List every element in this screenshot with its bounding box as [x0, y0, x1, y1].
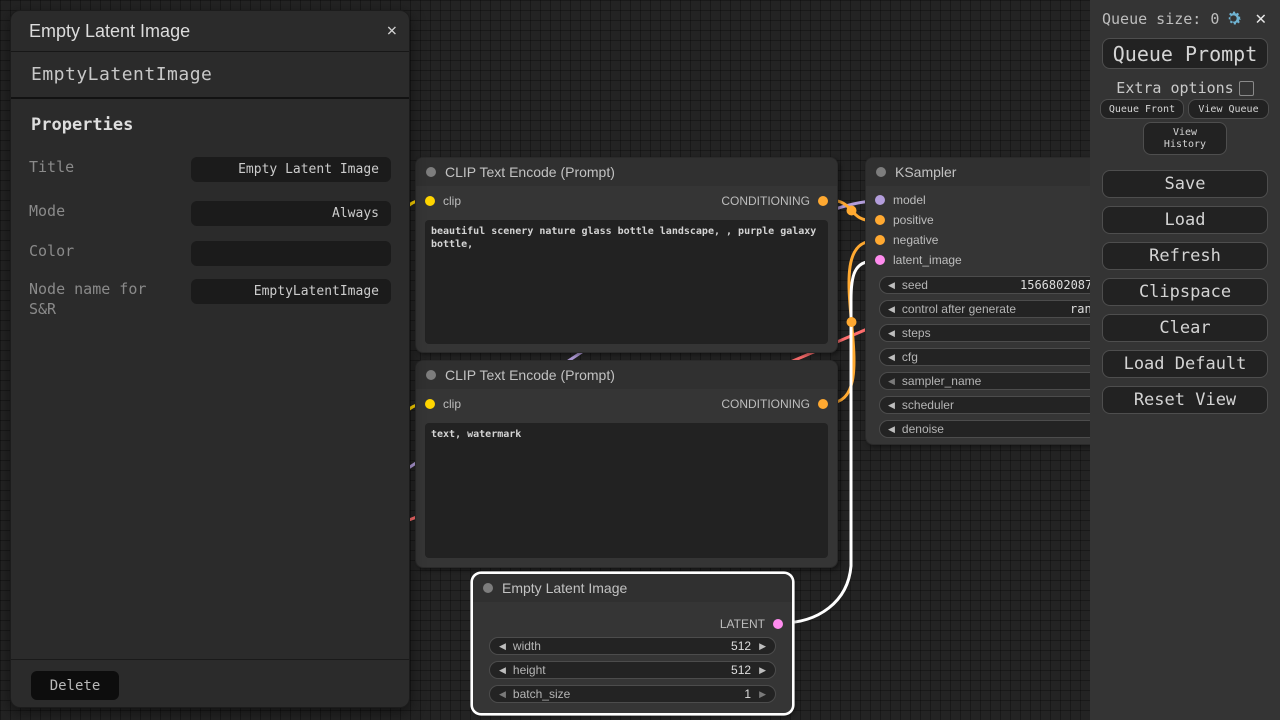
delete-node-button[interactable]: Delete	[31, 671, 119, 700]
positive-input-label: positive	[893, 213, 934, 227]
decrement-icon[interactable]: ◀	[499, 666, 506, 675]
settings-gear-icon[interactable]	[1224, 9, 1243, 28]
node-header[interactable]: CLIP Text Encode (Prompt)	[416, 361, 837, 389]
close-icon[interactable]: ✕	[387, 23, 397, 40]
seed-widget[interactable]: ◀ seed 1566802087	[879, 276, 1090, 294]
clip-input-slot[interactable]	[425, 196, 435, 206]
clip-input-label: clip	[443, 397, 461, 411]
panel-title: Empty Latent Image	[29, 21, 190, 42]
link-midpoint-dot[interactable]	[847, 317, 857, 327]
model-input-slot[interactable]	[875, 195, 885, 205]
node-collapse-dot[interactable]	[876, 167, 886, 177]
node-header[interactable]: KSampler	[866, 158, 1090, 186]
mode-field-label: Mode	[29, 201, 179, 221]
latent-output-slot[interactable]	[773, 619, 783, 629]
control-after-generate-value: randomize	[1070, 302, 1090, 317]
decrement-icon[interactable]: ◀	[888, 305, 895, 314]
title-field[interactable]: Empty Latent Image	[191, 157, 391, 182]
link-midpoint-dot[interactable]	[847, 206, 857, 216]
panel-divider	[11, 659, 409, 660]
height-value: 512	[731, 663, 751, 677]
node-collapse-dot[interactable]	[426, 370, 436, 380]
decrement-icon[interactable]: ◀	[888, 281, 895, 290]
node-collapse-dot[interactable]	[483, 583, 493, 593]
extra-options-label: Extra options	[1116, 79, 1233, 97]
latent-output-label: LATENT	[720, 617, 765, 631]
color-field-label: Color	[29, 241, 179, 261]
increment-icon[interactable]: ▶	[759, 666, 766, 675]
model-input-label: model	[893, 193, 926, 207]
cfg-widget[interactable]: ◀ cfg	[879, 348, 1090, 366]
node-title: CLIP Text Encode (Prompt)	[445, 367, 615, 383]
comfyui-app: CLIP Text Encode (Prompt) clip CONDITION…	[0, 0, 1280, 720]
refresh-button[interactable]: Refresh	[1102, 242, 1268, 270]
comfy-menu: Queue size: 0 ✕ Queue Prompt Extra optio…	[1090, 0, 1280, 720]
width-widget[interactable]: ◀ width 512 ▶	[489, 637, 776, 655]
clear-button[interactable]: Clear	[1102, 314, 1268, 342]
control-after-generate-widget[interactable]: ◀ control after generate randomize	[879, 300, 1090, 318]
node-title: Empty Latent Image	[502, 580, 627, 596]
color-field[interactable]	[191, 241, 391, 266]
decrement-icon[interactable]: ◀	[499, 690, 506, 699]
close-menu-icon[interactable]: ✕	[1255, 10, 1266, 28]
conditioning-output-slot[interactable]	[818, 399, 828, 409]
extra-options-checkbox[interactable]	[1239, 81, 1254, 96]
conditioning-output-label: CONDITIONING	[721, 194, 810, 208]
node-collapse-dot[interactable]	[426, 167, 436, 177]
node-header[interactable]: Empty Latent Image	[473, 574, 792, 602]
decrement-icon[interactable]: ◀	[888, 329, 895, 338]
node-properties-panel: Empty Latent Image ✕ EmptyLatentImage Pr…	[10, 10, 410, 708]
latent-image-input-slot[interactable]	[875, 255, 885, 265]
width-value: 512	[731, 639, 751, 653]
decrement-icon[interactable]: ◀	[499, 642, 506, 651]
increment-icon[interactable]: ▶	[759, 690, 766, 699]
negative-prompt-textarea[interactable]: text, watermark	[425, 423, 828, 558]
decrement-icon[interactable]: ◀	[888, 401, 895, 410]
batch-size-value: 1	[744, 687, 751, 701]
properties-section-title: Properties	[31, 115, 409, 135]
node-title: KSampler	[895, 164, 956, 180]
node-ksampler[interactable]: KSampler model positive negative latent_…	[865, 157, 1090, 445]
node-clip-text-encode-negative[interactable]: CLIP Text Encode (Prompt) clip CONDITION…	[415, 360, 838, 568]
scheduler-widget[interactable]: ◀ scheduler	[879, 396, 1090, 414]
sampler-name-widget[interactable]: ◀ sampler_name	[879, 372, 1090, 390]
denoise-widget[interactable]: ◀ denoise	[879, 420, 1090, 438]
negative-input-slot[interactable]	[875, 235, 885, 245]
save-button[interactable]: Save	[1102, 170, 1268, 198]
seed-value: 1566802087	[1020, 278, 1090, 293]
negative-input-label: negative	[893, 233, 938, 247]
clip-input-slot[interactable]	[425, 399, 435, 409]
queue-prompt-button[interactable]: Queue Prompt	[1102, 38, 1268, 69]
node-name-field-label: Node name for S&R	[29, 279, 179, 319]
latent-image-input-label: latent_image	[893, 253, 962, 267]
positive-prompt-textarea[interactable]: beautiful scenery nature glass bottle la…	[425, 220, 828, 344]
node-title: CLIP Text Encode (Prompt)	[445, 164, 615, 180]
conditioning-output-slot[interactable]	[818, 196, 828, 206]
clipspace-button[interactable]: Clipspace	[1102, 278, 1268, 306]
node-empty-latent-image[interactable]: Empty Latent Image LATENT ◀ width 512 ▶ …	[472, 573, 793, 714]
reset-view-button[interactable]: Reset View	[1102, 386, 1268, 414]
node-name-field[interactable]: EmptyLatentImage	[191, 279, 391, 304]
title-field-label: Title	[29, 157, 179, 177]
steps-widget[interactable]: ◀ steps	[879, 324, 1090, 342]
load-button[interactable]: Load	[1102, 206, 1268, 234]
decrement-icon[interactable]: ◀	[888, 425, 895, 434]
positive-input-slot[interactable]	[875, 215, 885, 225]
decrement-icon[interactable]: ◀	[888, 377, 895, 386]
queue-front-button[interactable]: Queue Front	[1100, 99, 1184, 119]
decrement-icon[interactable]: ◀	[888, 353, 895, 362]
queue-size-label: Queue size: 0	[1102, 10, 1219, 28]
clip-input-label: clip	[443, 194, 461, 208]
increment-icon[interactable]: ▶	[759, 642, 766, 651]
height-widget[interactable]: ◀ height 512 ▶	[489, 661, 776, 679]
view-history-button[interactable]: View History	[1143, 122, 1227, 155]
batch-size-widget[interactable]: ◀ batch_size 1 ▶	[489, 685, 776, 703]
node-type-label: EmptyLatentImage	[31, 64, 212, 85]
view-queue-button[interactable]: View Queue	[1188, 99, 1269, 119]
mode-field[interactable]: Always	[191, 201, 391, 226]
node-clip-text-encode-positive[interactable]: CLIP Text Encode (Prompt) clip CONDITION…	[415, 157, 838, 353]
load-default-button[interactable]: Load Default	[1102, 350, 1268, 378]
node-header[interactable]: CLIP Text Encode (Prompt)	[416, 158, 837, 186]
conditioning-output-label: CONDITIONING	[721, 397, 810, 411]
